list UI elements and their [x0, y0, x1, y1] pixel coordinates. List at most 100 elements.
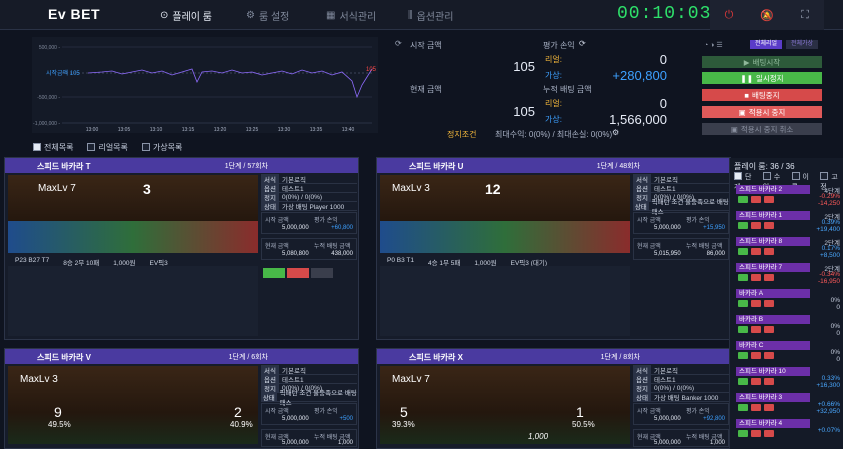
bell-off-icon: 🔕 — [760, 9, 774, 22]
room-profit: -16,950 — [817, 278, 840, 285]
card-title: 스피드 바카라 U — [409, 162, 464, 171]
profit-chart: 500,000 - -500,000 - -1,000,000 - 시작금액 1… — [32, 37, 378, 133]
play-icon: ▶ — [743, 57, 750, 67]
card-info: 서식 기본로직 옵션 테스트1 정지 0(0%) / 0(0%) 상태 픽패턴 조건 불… — [633, 174, 729, 216]
pause-button[interactable] — [738, 326, 748, 333]
room-list-item[interactable]: 스피드 바카라 1 2단계 0.39% +19,400 — [736, 211, 842, 234]
card-actions — [263, 268, 333, 278]
pause-button[interactable] — [263, 268, 285, 278]
card-header: 스피드 바카라 V 1단계 / 6회차 — [5, 349, 358, 364]
apply-stop-button[interactable]: ▣ 적용시 중지 — [702, 106, 822, 118]
stop-button[interactable] — [751, 326, 761, 333]
pause-button[interactable]: ❚❚ 일시정지 — [702, 72, 822, 84]
reset-button[interactable] — [764, 196, 774, 203]
room-pct: +0.66% — [817, 401, 840, 408]
room-list-item[interactable]: 바카라 B 0% 0 — [736, 315, 842, 338]
checkbox[interactable] — [33, 143, 41, 151]
stop-button[interactable] — [751, 196, 761, 203]
reset-button[interactable] — [764, 352, 774, 359]
start-betting-button[interactable]: ▶ 배팅시작 — [702, 56, 822, 68]
x-tick: 13:00 — [86, 127, 99, 133]
room-name: 바카라 C — [736, 341, 810, 350]
reset-button[interactable] — [764, 222, 774, 229]
pause-button[interactable] — [738, 300, 748, 307]
pause-button[interactable] — [738, 430, 748, 437]
stop-button[interactable] — [751, 274, 761, 281]
banker-score: 2 — [234, 404, 242, 420]
power-button[interactable]: ⏻ — [710, 0, 748, 30]
room-pct: +0.07% — [817, 427, 840, 434]
bet-amount-box: 시작 금액 5,000,000 평가 손익 +500 — [261, 403, 357, 425]
stop-button[interactable] — [751, 352, 761, 359]
cur-amount-box: 현재 금액 5,000,000 누적 배팅 금액 1,000 — [633, 429, 729, 447]
reset-button[interactable] — [764, 430, 774, 437]
stop-button[interactable] — [287, 268, 309, 278]
filter-all[interactable]: 전체목록 — [33, 142, 73, 153]
room-actions — [738, 196, 774, 203]
mute-button[interactable]: 🔕 — [748, 0, 786, 30]
checkbox[interactable] — [87, 143, 96, 151]
room-name: 스피드 바카라 4 — [736, 419, 810, 428]
nav-label: 서식관리 — [339, 12, 377, 23]
nav-label: 룸 설정 — [258, 12, 290, 23]
room-list-item[interactable]: 스피드 바카라 2 4단계 -0.29% -14,250 — [736, 185, 842, 208]
room-actions — [738, 326, 774, 333]
nav-play-room[interactable]: ⊙ 플레이 룸 — [160, 8, 212, 23]
cum-bet-label: 누적 배팅 금액 — [543, 85, 592, 94]
room-list-item[interactable]: 바카라 C 0% 0 — [736, 341, 842, 364]
pause-button[interactable] — [738, 352, 748, 359]
stop-betting-button[interactable]: ■ 배팅중지 — [702, 89, 822, 101]
nav-label: 옵션관리 — [416, 12, 454, 23]
filter-virtual[interactable]: 가상목록 — [141, 142, 182, 153]
checkbox[interactable] — [141, 143, 150, 151]
room-list-item[interactable]: 스피드 바카라 10 0.33% +16,300 — [736, 367, 842, 390]
pause-button[interactable] — [738, 248, 748, 255]
stop-button[interactable] — [751, 222, 761, 229]
cancel-apply-stop-button[interactable]: ▣ 적용시 중지 취소 — [702, 123, 822, 135]
wifi-icon[interactable]: ◔ ◑ ☰ — [704, 41, 723, 49]
stop-button[interactable] — [751, 248, 761, 255]
pause-button[interactable] — [738, 378, 748, 385]
room-list-item[interactable]: 스피드 바카라 4 +0.07% — [736, 419, 842, 442]
gear-icon[interactable]: ⚙ — [612, 128, 619, 137]
room-list-item[interactable]: 스피드 바카라 7 2단계 -0.34% -16,950 — [736, 263, 842, 286]
room-profit: 0 — [836, 304, 840, 311]
room-card: 스피드 바카라 U 1단계 / 48회차 MaxLv 3 12 서식 기본로직 옵… — [376, 157, 731, 340]
tab-all-virtual[interactable]: 전체가상 — [786, 40, 818, 49]
pause-button[interactable] — [738, 404, 748, 411]
nav-format-manage[interactable]: ▦ 서식관리 — [326, 8, 376, 23]
cur-amount-box: 현재 금액 5,000,000 누적 배팅 금액 1,000 — [261, 429, 357, 447]
y-tick: 500,000 - — [39, 45, 60, 51]
nav-option-manage[interactable]: ⫼ 옵션관리 — [408, 8, 453, 23]
reset-button[interactable] — [764, 300, 774, 307]
card-info: 서식 기본로직 옵션 테스트1 정지 0(0%) / 0(0%) 상태 픽패턴 조건 불… — [261, 365, 357, 407]
refresh-icon[interactable]: ⟳ — [395, 39, 402, 48]
room-list-item[interactable]: 스피드 바카라 8 2단계 0.17% +8,500 — [736, 237, 842, 260]
reset-button[interactable] — [764, 248, 774, 255]
list-filters: 전체목록 리얼목록 가상목록 — [33, 142, 182, 153]
tab-all-real[interactable]: 전체리얼 — [750, 40, 782, 49]
pause-button[interactable] — [738, 222, 748, 229]
stop-button[interactable] — [751, 300, 761, 307]
refresh-icon[interactable]: ⟳ — [579, 39, 586, 48]
stop-button[interactable] — [751, 404, 761, 411]
pause-button[interactable] — [738, 196, 748, 203]
stop-button[interactable] — [751, 378, 761, 385]
room-list-item[interactable]: 스피드 바카라 3 +0.66% +32,950 — [736, 393, 842, 416]
room-list-item[interactable]: 바카라 A 0% 0 — [736, 289, 842, 312]
reset-button[interactable] — [764, 404, 774, 411]
stop-button[interactable] — [751, 430, 761, 437]
reset-button[interactable] — [764, 378, 774, 385]
reset-button[interactable] — [764, 326, 774, 333]
x-tick: 13:25 — [246, 127, 259, 133]
fullscreen-button[interactable]: ⛶ — [786, 0, 824, 30]
delete-button[interactable] — [311, 268, 333, 278]
play-circle-icon: ⊙ — [160, 10, 169, 21]
reset-button[interactable] — [764, 274, 774, 281]
room-profit: +8,500 — [819, 252, 840, 259]
nav-room-settings[interactable]: ⚙ 룸 설정 — [246, 8, 289, 23]
room-actions — [738, 378, 774, 385]
pause-button[interactable] — [738, 274, 748, 281]
game-video: MaxLv 3 12 — [380, 175, 630, 253]
filter-real[interactable]: 리얼목록 — [87, 142, 128, 153]
